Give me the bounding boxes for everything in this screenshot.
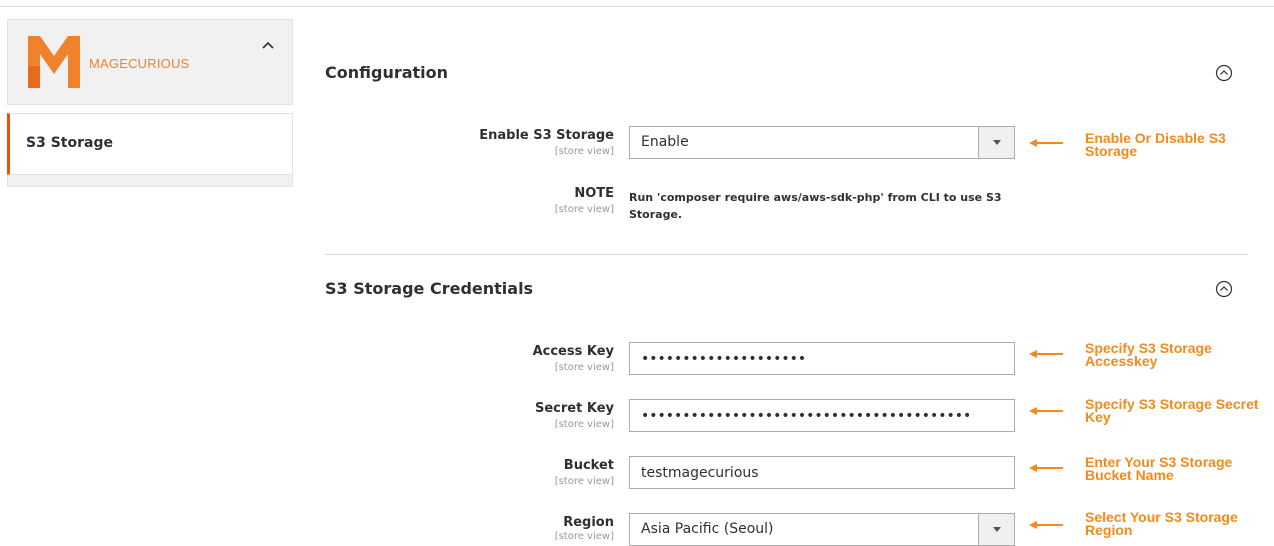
circle-chevron-up-icon[interactable]: [1215, 280, 1233, 298]
section-title-configuration[interactable]: Configuration: [325, 63, 448, 82]
arrow-left-icon: [1029, 521, 1063, 529]
annotation-bucket: Enter Your S3 Storage Bucket Name: [1085, 454, 1233, 483]
region-select[interactable]: Asia Pacific (Seoul): [629, 513, 1015, 546]
annotation-enable: Enable Or Disable S3 Storage: [1085, 130, 1226, 159]
field-label-enable-s3-storage: Enable S3 Storage: [479, 128, 614, 143]
arrow-left-icon: [1029, 350, 1063, 358]
field-label-access-key: Access Key: [532, 344, 614, 359]
field-label-region: Region: [563, 515, 614, 530]
arrow-left-icon: [1029, 139, 1063, 147]
bucket-input[interactable]: [629, 456, 1015, 489]
sidebar-footer: [7, 175, 293, 187]
field-scope: [store view]: [554, 531, 614, 542]
dropdown-arrow-icon[interactable]: [978, 127, 1014, 158]
sidebar-item-s3-storage[interactable]: S3 Storage: [7, 113, 293, 175]
select-value: Asia Pacific (Seoul): [641, 521, 774, 537]
secret-key-input[interactable]: [629, 399, 1015, 432]
magecurious-logo-icon: [28, 36, 80, 88]
arrow-left-icon: [1029, 407, 1063, 415]
select-value: Enable: [641, 134, 689, 150]
dropdown-arrow-icon[interactable]: [978, 514, 1014, 545]
annotation-region: Select Your S3 Storage Region: [1085, 509, 1238, 538]
enable-s3-storage-select[interactable]: Enable: [629, 126, 1015, 159]
field-scope: [store view]: [554, 419, 614, 430]
field-scope: [store view]: [554, 476, 614, 487]
section-title-s3-storage-credentials[interactable]: S3 Storage Credentials: [325, 279, 533, 298]
top-divider: [0, 6, 1274, 7]
circle-chevron-up-icon[interactable]: [1215, 64, 1233, 82]
annotation-access-key: Specify S3 Storage Accesskey: [1085, 340, 1212, 369]
access-key-input[interactable]: [629, 342, 1015, 375]
field-label-bucket: Bucket: [563, 458, 614, 473]
field-scope: [store view]: [554, 204, 614, 215]
field-label-note: NOTE: [574, 186, 614, 201]
field-scope: [store view]: [554, 362, 614, 373]
field-scope: [store view]: [554, 146, 614, 157]
sidebar-item-label: S3 Storage: [26, 135, 113, 151]
field-label-secret-key: Secret Key: [535, 401, 614, 416]
note-text: Run 'composer require aws/aws-sdk-php' f…: [629, 191, 1002, 221]
logo-text: MAGECURIOUS: [89, 56, 190, 71]
section-divider: [325, 254, 1248, 255]
chevron-up-icon[interactable]: [261, 40, 275, 50]
arrow-left-icon: [1029, 464, 1063, 472]
sidebar-header: MAGECURIOUS: [7, 19, 293, 105]
annotation-secret-key: Specify S3 Storage Secret Key: [1085, 396, 1259, 425]
